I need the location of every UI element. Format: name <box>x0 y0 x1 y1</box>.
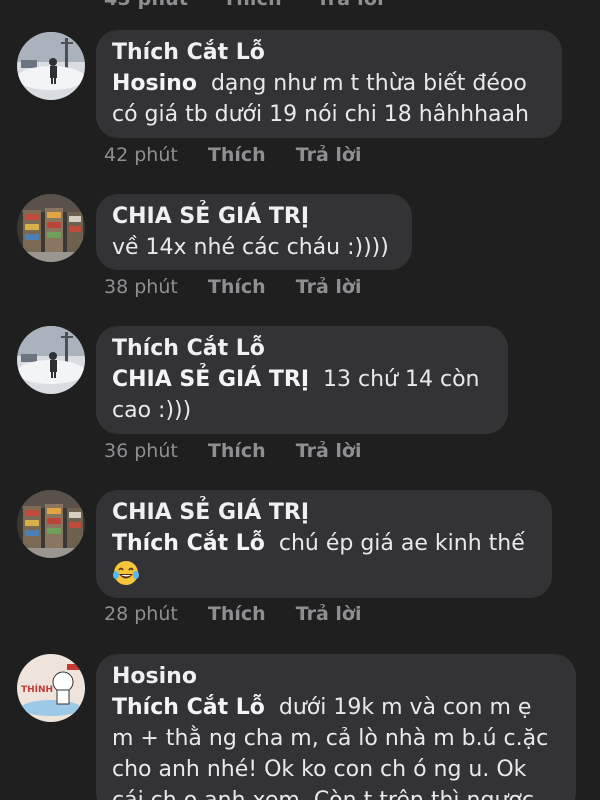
comment-actions: 28 phút Thích Trả lời <box>104 603 385 625</box>
mention-link[interactable]: Thích Cắt Lỗ <box>112 695 265 720</box>
comment-bubble[interactable]: CHIA SẺ GIÁ TRỊ Thích Cắt Lỗ chú ép giá … <box>96 490 552 598</box>
reply-button[interactable]: Trả lời <box>317 0 384 10</box>
comment-author[interactable]: CHIA SẺ GIÁ TRỊ <box>112 498 536 528</box>
reply-button[interactable]: Trả lời <box>296 276 362 298</box>
avatar[interactable] <box>17 32 85 100</box>
avatar[interactable]: THÍNH <box>17 654 85 722</box>
comment-time: 45 phút <box>104 0 188 10</box>
like-button[interactable]: Thích <box>208 603 266 625</box>
like-button[interactable]: Thích <box>208 144 266 166</box>
comment-author[interactable]: Hosino <box>112 662 560 692</box>
store-shelves-icon <box>17 194 85 262</box>
snow-person-icon <box>17 326 85 394</box>
comment-bubble[interactable]: CHIA SẺ GIÁ TRỊ về 14x nhé các cháu :)))… <box>96 194 412 270</box>
avatar[interactable] <box>17 194 85 262</box>
store-shelves-icon <box>17 490 85 558</box>
mention-link[interactable]: CHIA SẺ GIÁ TRỊ <box>112 367 309 392</box>
comment-actions: 36 phút Thích Trả lời <box>104 440 385 462</box>
reply-button[interactable]: Trả lời <box>296 603 362 625</box>
like-button[interactable]: Thích <box>208 276 266 298</box>
comment-time: 42 phút <box>104 144 178 166</box>
like-button[interactable]: Thích <box>208 440 266 462</box>
comment-text: Thích Cắt Lỗ dưới 19k m và con m ẹ m + t… <box>112 695 549 800</box>
comment-text: CHIA SẺ GIÁ TRỊ 13 chứ 14 còn cao :))) <box>112 367 480 423</box>
comment-text: về 14x nhé các cháu :)))) <box>112 235 389 260</box>
mention-link[interactable]: Hosino <box>112 71 197 96</box>
comment-bubble[interactable]: Hosino Thích Cắt Lỗ dưới 19k m và con m … <box>96 654 576 800</box>
avatar[interactable] <box>17 326 85 394</box>
comment-bubble[interactable]: Thích Cắt Lỗ CHIA SẺ GIÁ TRỊ 13 chứ 14 c… <box>96 326 508 434</box>
comment-time: 38 phút <box>104 276 178 298</box>
comment-text: Thích Cắt Lỗ chú ép giá ae kinh thế <box>112 528 536 591</box>
comment-author[interactable]: Thích Cắt Lỗ <box>112 38 546 68</box>
snow-person-icon <box>17 32 85 100</box>
comment-time: 36 phút <box>104 440 178 462</box>
comment-feed: 45 phút Thích Trả lời Thích Cắt Lỗ Hosin… <box>0 0 600 800</box>
previous-comment-actions: 45 phút Thích Trả lời <box>104 0 412 10</box>
comment-actions: 38 phút Thích Trả lời <box>104 276 385 298</box>
reply-button[interactable]: Trả lời <box>296 440 362 462</box>
comment-time: 28 phút <box>104 603 178 625</box>
svg-text:THÍNH: THÍNH <box>21 683 53 695</box>
comment-actions: 42 phút Thích Trả lời <box>104 144 385 166</box>
comment-bubble[interactable]: Thích Cắt Lỗ Hosino dạng như m t thừa bi… <box>96 30 562 138</box>
like-button[interactable]: Thích <box>223 0 282 10</box>
mention-link[interactable]: Thích Cắt Lỗ <box>112 531 265 556</box>
comment-author[interactable]: CHIA SẺ GIÁ TRỊ <box>112 202 396 232</box>
comment-author[interactable]: Thích Cắt Lỗ <box>112 334 492 364</box>
reply-button[interactable]: Trả lời <box>296 144 362 166</box>
avatar[interactable] <box>17 490 85 558</box>
laughing-tears-emoji-icon <box>113 561 139 585</box>
comment-text: Hosino dạng như m t thừa biết đéoo có gi… <box>112 71 529 127</box>
thinh-cartoon-icon: THÍNH <box>17 654 85 722</box>
